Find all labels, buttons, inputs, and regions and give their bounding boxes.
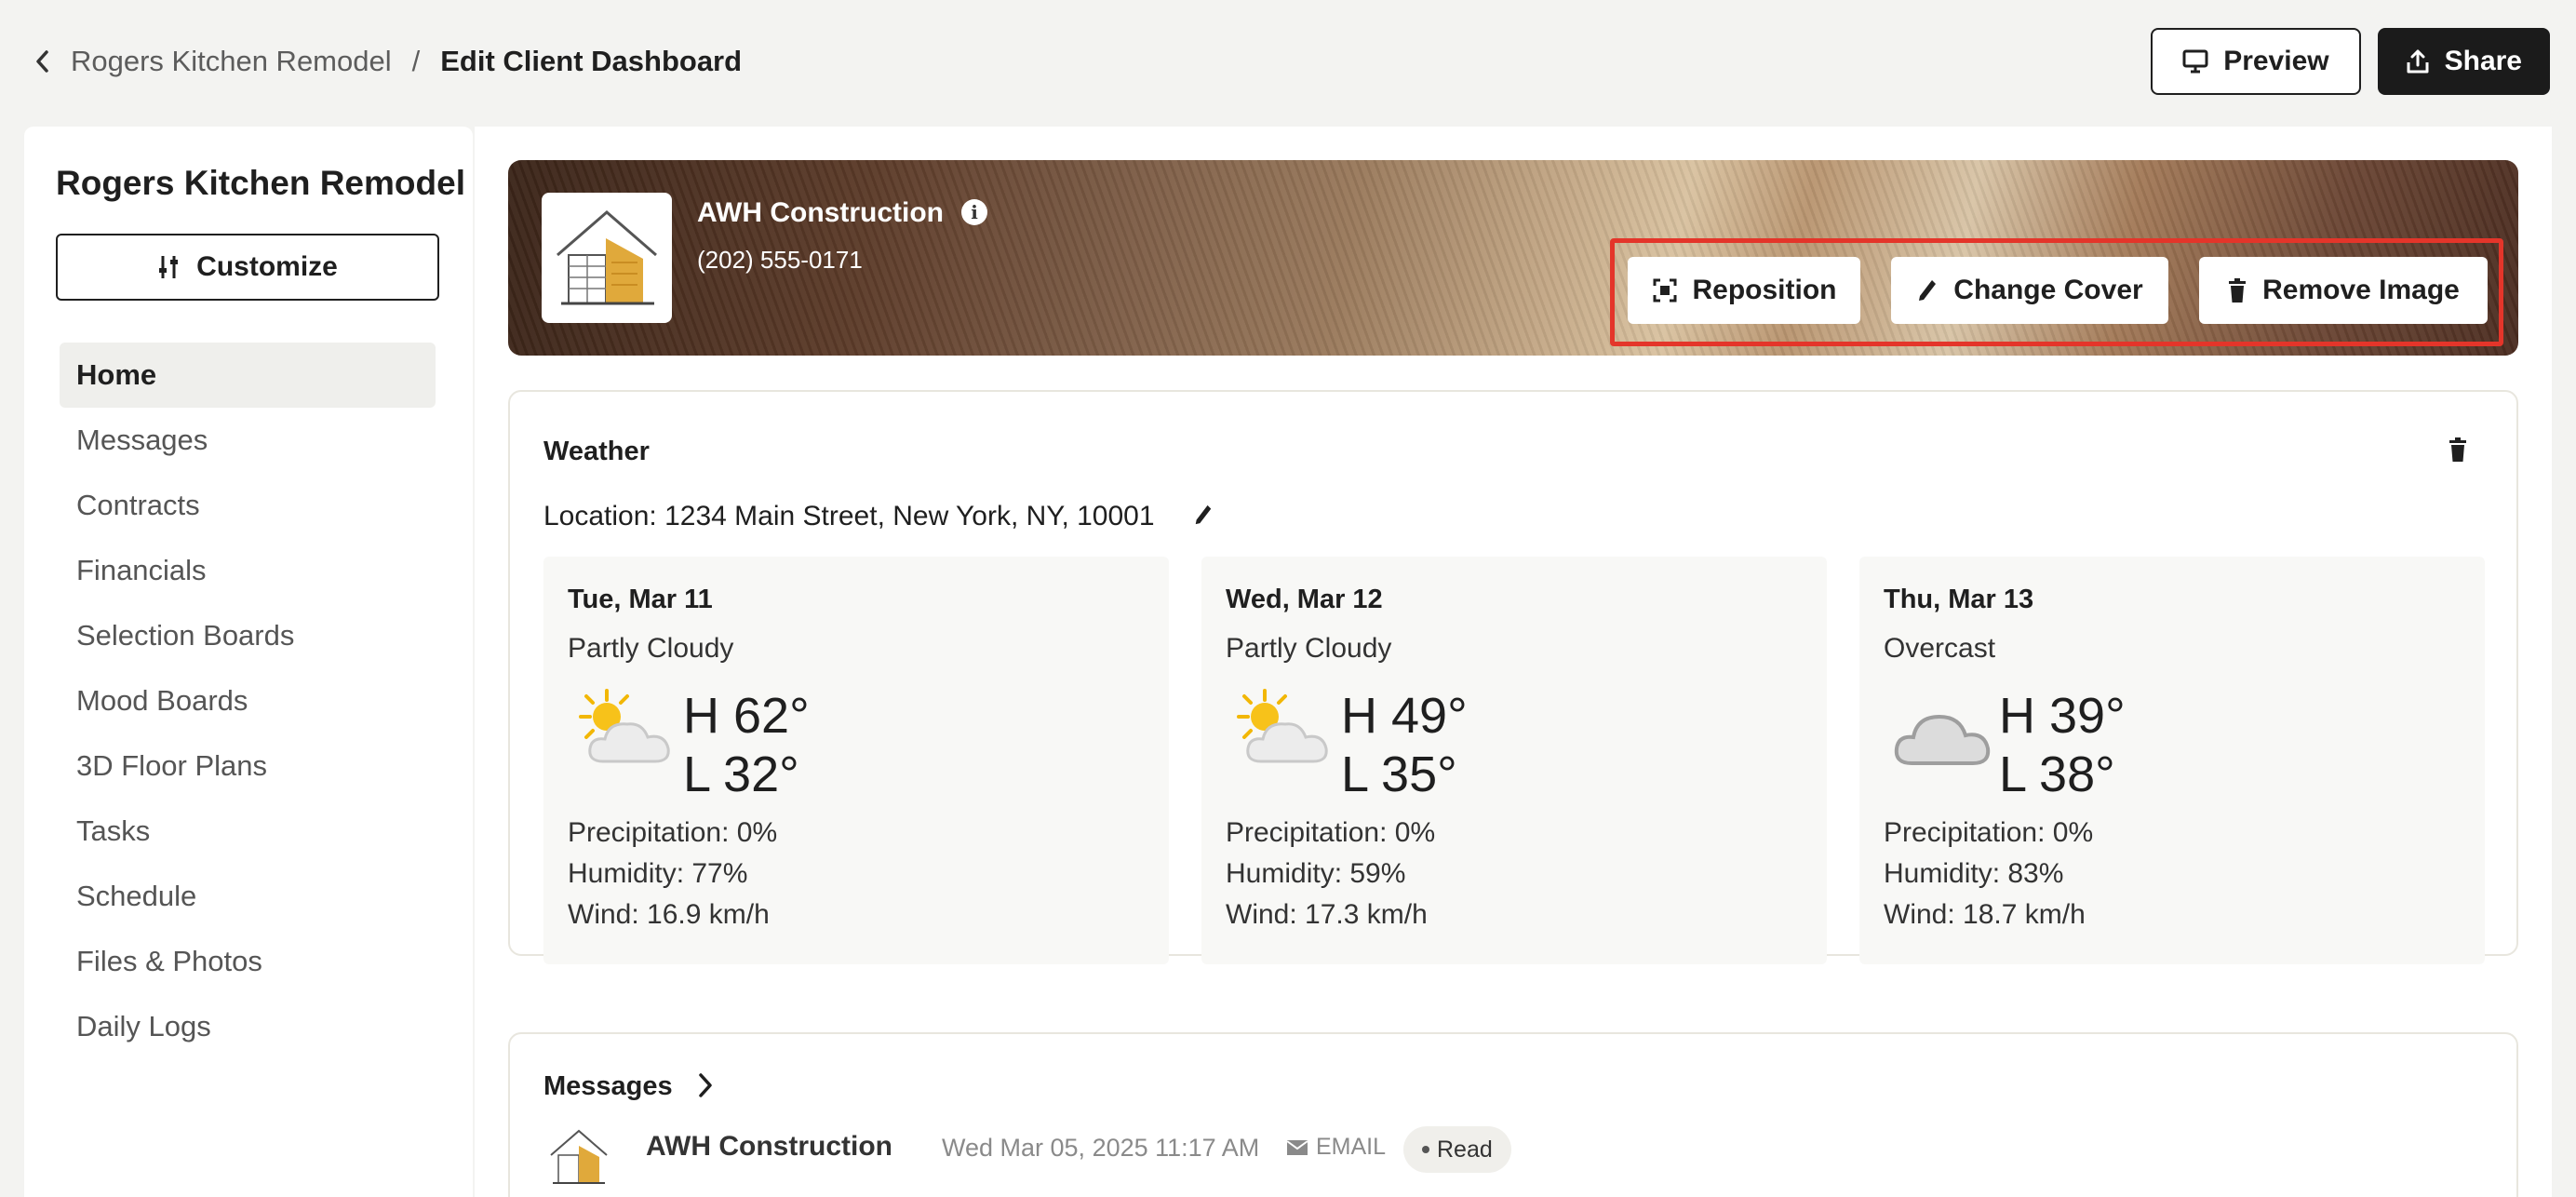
share-button[interactable]: Share [2377,28,2550,95]
sidebar-item-schedule[interactable]: Schedule [60,864,436,929]
forecast-day-card: Wed, Mar 12 Partly Cloudy H 49° L 35° Pr… [1201,557,1827,964]
company-phone: (202) 555-0171 [697,246,863,274]
messages-title[interactable]: Messages [543,1071,673,1102]
envelope-icon [1286,1139,1308,1155]
forecast-high: H 39° [1999,688,2126,744]
breadcrumb-parent-link[interactable]: Rogers Kitchen Remodel [71,45,392,78]
customize-label: Customize [196,251,338,282]
info-icon[interactable]: i [961,199,987,225]
share-icon [2407,49,2429,74]
forecast-high: H 62° [683,688,810,744]
message-timestamp: Wed Mar 05, 2025 11:17 AM [942,1134,1260,1162]
weather-title: Weather [543,437,650,466]
cover-banner: AWH Construction i (202) 555-0171 Reposi… [508,160,2518,356]
edit-location-icon[interactable] [1193,502,1214,532]
forecast-low: L 38° [1999,746,2115,802]
partly-cloudy-icon [579,689,670,763]
messages-widget: Messages AWH Construction Wed Mar 05, 20… [508,1032,2518,1197]
sidebar-item-daily-logs[interactable]: Daily Logs [60,994,436,1059]
remove-image-label: Remove Image [2262,275,2460,305]
sidebar-item-files-photos[interactable]: Files & Photos [60,929,436,994]
chevron-right-icon[interactable] [696,1072,715,1103]
forecast-date: Tue, Mar 11 [568,585,713,614]
share-label: Share [2444,46,2522,76]
sliders-icon [159,256,179,278]
message-channel-label: EMAIL [1316,1134,1387,1160]
read-status-badge: Read [1403,1126,1511,1173]
status-dot [1422,1146,1429,1153]
overcast-icon [1894,714,1991,765]
weather-widget: Weather Location: 1234 Main Street, New … [508,390,2518,964]
breadcrumb-separator: / [411,45,421,77]
sidebar-item-home[interactable]: Home [60,343,436,408]
forecast-date: Thu, Mar 13 [1884,585,2034,614]
preview-button[interactable]: Preview [2151,28,2361,95]
sidebar-nav: Home Messages Contracts Financials Selec… [60,343,436,1059]
reposition-button[interactable]: Reposition [1628,257,1860,324]
top-bar: Rogers Kitchen Remodel / Edit Client Das… [0,0,2576,123]
weather-location: Location: 1234 Main Street, New York, NY… [543,501,1155,531]
reposition-icon [1653,278,1676,303]
trash-icon [2229,278,2247,303]
sidebar-item-selection-boards[interactable]: Selection Boards [60,603,436,668]
company-name: AWH Construction [697,197,944,228]
message-channel: EMAIL [1286,1134,1386,1161]
sidebar-item-messages[interactable]: Messages [60,408,436,473]
change-cover-label: Change Cover [1953,275,2143,305]
forecast-wind: Wind: 18.7 km/h [1884,899,2086,930]
sidebar-item-contracts[interactable]: Contracts [60,473,436,538]
preview-label: Preview [2223,46,2329,76]
sidebar-item-3d-floor-plans[interactable]: 3D Floor Plans [60,733,436,799]
sender-avatar [550,1129,608,1184]
back-chevron-icon[interactable] [28,47,58,76]
sidebar: Rogers Kitchen Remodel Customize Home Me… [24,127,473,1197]
sidebar-item-tasks[interactable]: Tasks [60,799,436,864]
partly-cloudy-icon [1237,689,1328,763]
customize-button[interactable]: Customize [56,234,439,301]
forecast-precipitation: Precipitation: 0% [1884,817,2094,848]
forecast-high: H 49° [1341,688,1468,744]
pencil-icon [1919,280,1937,301]
company-logo [542,193,672,323]
forecast-precipitation: Precipitation: 0% [1226,817,1436,848]
sidebar-item-financials[interactable]: Financials [60,538,436,603]
sidebar-item-mood-boards[interactable]: Mood Boards [60,668,436,733]
forecast-wind: Wind: 16.9 km/h [568,899,770,930]
forecast-humidity: Humidity: 59% [1226,858,1406,889]
main-content: AWH Construction i (202) 555-0171 Reposi… [475,127,2552,1197]
forecast-humidity: Humidity: 77% [568,858,748,889]
forecast-condition: Overcast [1884,633,1996,664]
change-cover-button[interactable]: Change Cover [1891,257,2168,324]
forecast-humidity: Humidity: 83% [1884,858,2064,889]
sidebar-project-title: Rogers Kitchen Remodel [56,164,465,202]
read-status-label: Read [1437,1136,1493,1163]
forecast-condition: Partly Cloudy [568,633,734,664]
forecast-condition: Partly Cloudy [1226,633,1392,664]
remove-image-button[interactable]: Remove Image [2199,257,2488,324]
forecast-day-card: Tue, Mar 11 Partly Cloudy H 62° L 32° Pr… [543,557,1169,964]
forecast-day-card: Thu, Mar 13 Overcast H 39° L 38° Precipi… [1859,557,2485,964]
page-title: Edit Client Dashboard [440,45,743,77]
delete-widget-icon[interactable] [2448,437,2468,467]
reposition-label: Reposition [1692,275,1837,305]
forecast-date: Wed, Mar 12 [1226,585,1383,614]
message-sender: AWH Construction [646,1131,892,1162]
monitor-icon [2182,49,2208,74]
forecast-wind: Wind: 17.3 km/h [1226,899,1428,930]
forecast-low: L 32° [683,746,799,802]
forecast-precipitation: Precipitation: 0% [568,817,778,848]
forecast-low: L 35° [1341,746,1457,802]
